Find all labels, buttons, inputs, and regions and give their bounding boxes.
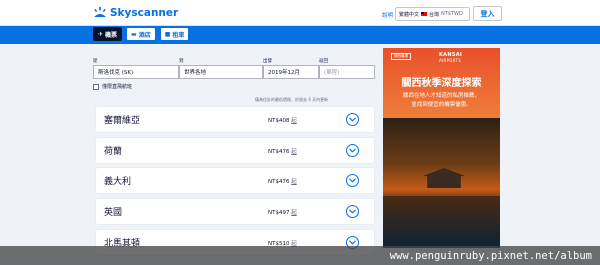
sunrise-icon [94,7,106,17]
price-notice: 僅為估計的最低價格，於過去 4 天內更新 [255,97,329,102]
ad-headline: 關西秋季深度探索 [401,78,482,89]
expand-button[interactable] [346,113,359,126]
skyscanner-logo[interactable]: Skyscanner [93,6,178,20]
result-row[interactable]: 英國 NT$497 起 [96,199,374,224]
result-row[interactable]: 塞爾維亞 NT$408 起 [96,107,374,132]
ad-text-line: 關西在地人才知道的私房推薦， [402,93,480,99]
ad-brand-sub: AIRPORTS [439,58,462,63]
return-field[interactable]: (單程) [319,65,375,79]
search-form: 從 斯洛伐克 (SK) 到 世界各地 出發 2019年12月 返回 (單程) 僅… [93,53,375,93]
from-label: 從 [93,59,98,64]
currency-label: NT$TWD [441,11,463,17]
chevron-down-icon [349,148,356,153]
price-label: NT$476 起 [268,177,297,185]
login-button[interactable]: 登入 [473,6,502,21]
price-label: NT$408 起 [268,116,297,124]
chevron-down-icon [349,178,356,183]
result-row[interactable]: 荷蘭 NT$476 起 [96,138,374,163]
return-label: 返回 [319,59,328,64]
chevron-down-icon [349,117,356,122]
lake-reflection [383,196,500,248]
tab-hotels[interactable]: ▬ 酒店 [126,27,156,41]
language-label: 繁體中文 [399,11,420,18]
to-field[interactable]: 世界各地 [179,65,263,79]
destination-name: 荷蘭 [104,147,123,157]
from-text: 起 [291,179,297,185]
hotel-icon: ▬ [131,30,137,38]
expand-button[interactable] [346,174,359,187]
top-bar: Skyscanner 說明 繁體中文 台灣 NT$TWD 登入 [0,0,600,26]
destination-name: 英國 [104,208,123,218]
tab-car-hire[interactable]: ■ 租車 [159,27,190,41]
help-link[interactable]: 說明 [382,11,393,19]
tab-label: 機票 [105,31,118,39]
ad-text-line: 並找到便宜的機票優惠。 [411,102,472,108]
tab-label: 租車 [172,31,185,39]
nav-band [0,26,600,44]
product-tabs: ✈ 機票 ▬ 酒店 ■ 租車 [93,27,190,41]
price-value: NT$476 [268,179,290,185]
plane-icon: ✈ [98,30,104,38]
price-value: NT$408 [268,118,290,124]
price-value: NT$497 [268,210,290,216]
chevron-down-icon [349,209,356,214]
from-field[interactable]: 斯洛伐克 (SK) [93,65,179,79]
brand-name: Skyscanner [110,7,179,19]
ad-tag: 關西機場 [391,53,411,60]
depart-field[interactable]: 2019年12月 [263,65,319,79]
watermark: www.penguinruby.pixnet.net/album [0,246,600,265]
expand-button[interactable] [346,144,359,157]
chevron-down-icon [349,240,356,245]
kansai-airports-ad[interactable]: 關西機場 KANSAI AIRPORTS 關西秋季深度探索 關西在地人才知道的私房… [383,48,500,248]
kansai-airports-logo: KANSAI AIRPORTS [439,52,462,63]
price-label: NT$476 起 [268,147,297,155]
to-label: 到 [179,59,184,64]
from-text: 起 [291,210,297,216]
taiwan-flag-icon [421,12,428,16]
price-label: NT$497 起 [268,208,297,216]
locale-selector[interactable]: 繁體中文 台灣 NT$TWD [395,7,470,21]
expand-button[interactable] [346,205,359,218]
checkbox-box[interactable] [93,83,99,90]
tab-flights[interactable]: ✈ 機票 [93,27,123,41]
region-label: 台灣 [429,11,440,18]
result-row[interactable]: 義大利 NT$476 起 [96,168,374,193]
from-text: 起 [291,149,297,155]
direct-only-label: 僅限直飛航班 [102,84,133,90]
tab-label: 酒店 [138,31,151,39]
from-text: 起 [291,118,297,124]
destination-name: 義大利 [104,177,132,187]
direct-only-checkbox[interactable]: 僅限直飛航班 [93,83,132,90]
destination-name: 塞爾維亞 [104,116,141,126]
price-value: NT$476 [268,149,290,155]
car-icon: ■ [164,30,171,38]
depart-label: 出發 [263,59,272,64]
